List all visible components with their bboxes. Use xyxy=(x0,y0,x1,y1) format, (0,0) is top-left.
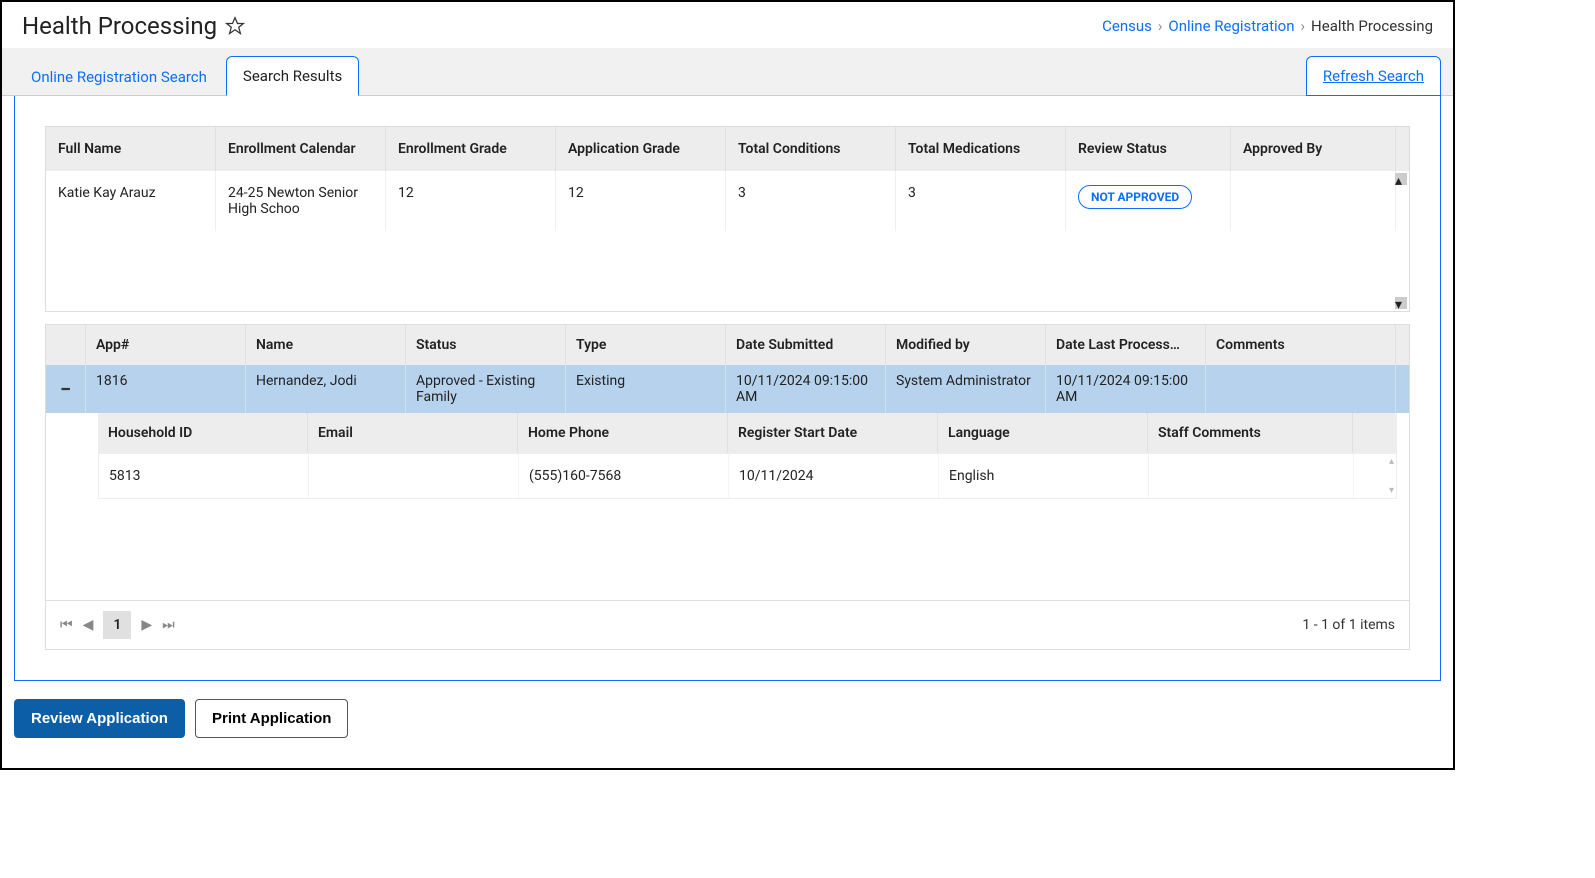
cell-approved-by xyxy=(1231,171,1396,231)
application-grid-header: App# Name Status Type Date Submitted Mod… xyxy=(46,325,1409,365)
pager-current-page: 1 xyxy=(103,611,131,639)
cell-enrollment-calendar: 24-25 Newton Senior High Schoo xyxy=(216,171,386,231)
favorite-star-icon[interactable] xyxy=(225,16,245,36)
cell-application-grade: 12 xyxy=(556,171,726,231)
scroll-up-icon[interactable]: ▴ xyxy=(1389,456,1394,467)
table-row[interactable]: 5813 (555)160-7568 10/11/2024 English xyxy=(99,454,1396,498)
col-date-last-processed[interactable]: Date Last Process… xyxy=(1046,325,1206,365)
cell-household-id: 5813 xyxy=(99,454,309,498)
collapse-icon[interactable]: − xyxy=(46,365,86,413)
pager-first-icon[interactable]: ⏮ xyxy=(60,617,73,633)
col-email[interactable]: Email xyxy=(308,413,518,453)
pager-last-icon[interactable]: ⏭ xyxy=(162,617,175,633)
cell-enrollment-grade: 12 xyxy=(386,171,556,231)
col-type[interactable]: Type xyxy=(566,325,726,365)
refresh-search-link[interactable]: Refresh Search xyxy=(1323,67,1424,85)
col-home-phone[interactable]: Home Phone xyxy=(518,413,728,453)
col-comments[interactable]: Comments xyxy=(1206,325,1396,365)
cell-app-number: 1816 xyxy=(86,365,246,413)
col-language[interactable]: Language xyxy=(938,413,1148,453)
cell-status: Approved - Existing Family xyxy=(406,365,566,413)
scroll-up-icon[interactable]: ▴ xyxy=(1395,173,1407,185)
scroll-down-icon[interactable]: ▾ xyxy=(1395,297,1407,309)
chevron-right-icon: › xyxy=(1158,17,1163,35)
student-grid: Full Name Enrollment Calendar Enrollment… xyxy=(45,126,1410,312)
col-approved-by[interactable]: Approved By xyxy=(1231,127,1396,171)
cell-full-name: Katie Kay Arauz xyxy=(46,171,216,231)
breadcrumb-olr[interactable]: Online Registration xyxy=(1168,17,1294,35)
col-total-medications[interactable]: Total Medications xyxy=(896,127,1066,171)
col-application-grade[interactable]: Application Grade xyxy=(556,127,726,171)
pager-next-icon[interactable]: ▶ xyxy=(141,617,152,633)
chevron-right-icon: › xyxy=(1301,17,1306,35)
breadcrumb-current: Health Processing xyxy=(1311,17,1433,35)
cell-date-last-processed: 10/11/2024 09:15:00 AM xyxy=(1046,365,1206,413)
col-modified-by[interactable]: Modified by xyxy=(886,325,1046,365)
col-full-name[interactable]: Full Name xyxy=(46,127,216,171)
pager-info: 1 - 1 of 1 items xyxy=(1302,617,1395,633)
application-grid: App# Name Status Type Date Submitted Mod… xyxy=(45,324,1410,601)
col-review-status[interactable]: Review Status xyxy=(1066,127,1231,171)
col-enrollment-calendar[interactable]: Enrollment Calendar xyxy=(216,127,386,171)
cell-name: Hernandez, Jodi xyxy=(246,365,406,413)
cell-total-medications: 3 xyxy=(896,171,1066,231)
cell-total-conditions: 3 xyxy=(726,171,896,231)
pager: ⏮ ◀ 1 ▶ ⏭ 1 - 1 of 1 items xyxy=(45,601,1410,650)
breadcrumb-census[interactable]: Census xyxy=(1102,17,1152,35)
col-date-submitted[interactable]: Date Submitted xyxy=(726,325,886,365)
cell-email xyxy=(309,454,519,498)
pager-prev-icon[interactable]: ◀ xyxy=(83,617,94,633)
cell-review-status: NOT APPROVED xyxy=(1066,171,1231,231)
col-name[interactable]: Name xyxy=(246,325,406,365)
tab-online-registration-search[interactable]: Online Registration Search xyxy=(14,57,224,96)
col-register-start-date[interactable]: Register Start Date xyxy=(728,413,938,453)
col-total-conditions[interactable]: Total Conditions xyxy=(726,127,896,171)
review-application-button[interactable]: Review Application xyxy=(14,699,185,738)
cell-type: Existing xyxy=(566,365,726,413)
tab-search-results[interactable]: Search Results xyxy=(226,56,359,96)
col-enrollment-grade[interactable]: Enrollment Grade xyxy=(386,127,556,171)
table-row[interactable]: − 1816 Hernandez, Jodi Approved - Existi… xyxy=(46,365,1409,413)
household-sub-header: Household ID Email Home Phone Register S… xyxy=(98,413,1397,453)
col-status[interactable]: Status xyxy=(406,325,566,365)
col-expand xyxy=(46,325,86,365)
col-household-id[interactable]: Household ID xyxy=(98,413,308,453)
scroll-down-icon[interactable]: ▾ xyxy=(1389,485,1394,496)
student-grid-header: Full Name Enrollment Calendar Enrollment… xyxy=(46,127,1409,171)
cell-home-phone: (555)160-7568 xyxy=(519,454,729,498)
cell-comments xyxy=(1206,365,1396,413)
cell-language: English xyxy=(939,454,1149,498)
print-application-button[interactable]: Print Application xyxy=(195,699,348,738)
col-app-number[interactable]: App# xyxy=(86,325,246,365)
breadcrumb: Census › Online Registration › Health Pr… xyxy=(1102,17,1433,35)
refresh-search-tab[interactable]: Refresh Search xyxy=(1306,56,1441,96)
table-row[interactable]: Katie Kay Arauz 24-25 Newton Senior High… xyxy=(46,171,1409,231)
page-title: Health Processing xyxy=(22,12,217,40)
cell-date-submitted: 10/11/2024 09:15:00 AM xyxy=(726,365,886,413)
cell-modified-by: System Administrator xyxy=(886,365,1046,413)
cell-staff-comments xyxy=(1149,454,1354,498)
col-staff-comments[interactable]: Staff Comments xyxy=(1148,413,1353,453)
status-badge[interactable]: NOT APPROVED xyxy=(1078,185,1192,209)
cell-register-start-date: 10/11/2024 xyxy=(729,454,939,498)
